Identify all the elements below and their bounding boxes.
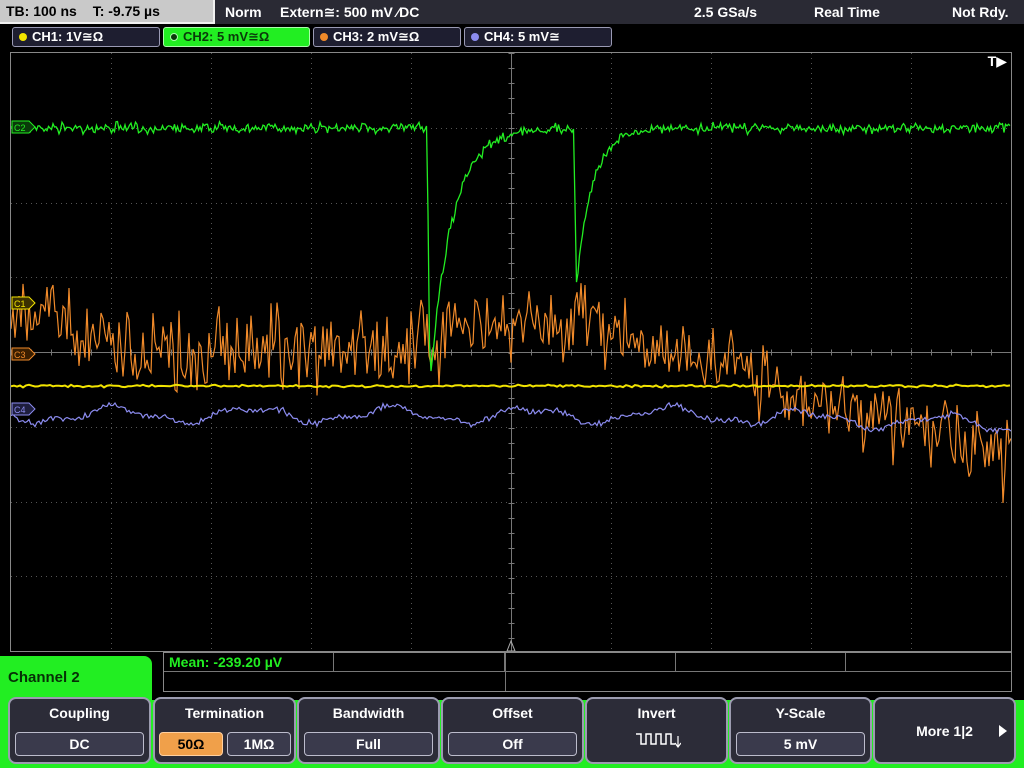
termination-title: Termination <box>184 705 265 721</box>
channel-4-label: CH4: 5 mV≅ <box>484 29 560 44</box>
channel-2-marker-label: C2 <box>14 123 26 133</box>
channel-2-marker[interactable]: C2 <box>11 120 36 134</box>
channel-4-tab[interactable]: CH4: 5 mV≅ <box>464 27 612 47</box>
termination-50ohm-option[interactable]: 50Ω <box>159 732 223 756</box>
channel-2-color-dot <box>170 33 178 41</box>
channel-1-tab[interactable]: CH1: 1V≅Ω <box>12 27 160 47</box>
timebase-value: TB: 100 ns <box>6 3 77 19</box>
next-page-arrow-icon <box>999 725 1007 737</box>
measurement-panel: Mean: -239.20 µV <box>163 652 1012 692</box>
coupling-title: Coupling <box>49 705 110 721</box>
invert-softkey[interactable]: Invert <box>585 697 728 764</box>
trigger-status: Not Rdy. <box>952 4 1009 20</box>
yscale-value[interactable]: 5 mV <box>736 732 865 756</box>
trigger-mode[interactable]: Norm <box>225 0 262 24</box>
termination-1mohm-option[interactable]: 1MΩ <box>227 732 291 756</box>
bandwidth-value[interactable]: Full <box>304 732 433 756</box>
waveform-canvas: C2 C1 C3 C4 <box>11 53 1011 651</box>
mean-measurement[interactable]: Mean: -239.20 µV <box>164 653 334 672</box>
channel-4-marker[interactable]: C4 <box>11 402 36 416</box>
offset-value[interactable]: Off <box>448 732 577 756</box>
acquisition-mode[interactable]: Real Time <box>814 0 880 24</box>
channel-4-marker-label: C4 <box>14 405 26 415</box>
yscale-title: Y-Scale <box>775 705 826 721</box>
sample-rate: 2.5 GSa/s <box>694 4 758 20</box>
trigger-marker-label: T▶ <box>987 53 1007 69</box>
waveform-display[interactable]: C2 C1 C3 C4 T▶ <box>10 52 1012 652</box>
coupling-value[interactable]: DC <box>15 732 144 756</box>
yscale-softkey[interactable]: Y-Scale 5 mV <box>729 697 872 764</box>
channel-3-label: CH3: 2 mV≅Ω <box>333 29 420 44</box>
more-title: More 1|2 <box>916 723 973 739</box>
invert-title: Invert <box>637 705 676 721</box>
trigger-source[interactable]: Extern≅: 500 mV ⁄DC <box>280 0 419 24</box>
measurement-slot <box>846 653 1011 672</box>
timebase-box[interactable]: TB: 100 ns T: -9.75 µs <box>0 0 215 24</box>
channel-1-color-dot <box>19 33 27 41</box>
channel-3-marker-label: C3 <box>14 350 26 360</box>
measurement-divider <box>505 653 506 691</box>
coupling-softkey[interactable]: Coupling DC <box>8 697 151 764</box>
status-bar: TB: 100 ns T: -9.75 µs Norm Extern≅: 500… <box>0 0 1024 24</box>
more-softkey[interactable]: More 1|2 <box>873 697 1016 764</box>
measurement-slot <box>334 653 505 672</box>
inverted-square-wave-icon <box>636 733 681 748</box>
termination-softkey[interactable]: Termination 50Ω 1MΩ <box>153 697 296 764</box>
channel-1-label: CH1: 1V≅Ω <box>32 29 104 44</box>
channel-3-color-dot <box>320 33 328 41</box>
menu-title: Channel 2 <box>0 656 152 702</box>
channel-3-tab[interactable]: CH3: 2 mV≅Ω <box>313 27 461 47</box>
bandwidth-softkey[interactable]: Bandwidth Full <box>297 697 440 764</box>
measurement-slot <box>505 653 676 672</box>
channel-2-label: CH2: 5 mV≅Ω <box>183 29 270 44</box>
channel-1-marker[interactable]: C1 <box>11 296 36 310</box>
bandwidth-title: Bandwidth <box>332 705 405 721</box>
trigger-time-value: T: -9.75 µs <box>92 3 160 19</box>
channel-4-color-dot <box>471 33 479 41</box>
channel-1-trace <box>11 383 1011 389</box>
offset-title: Offset <box>492 705 533 721</box>
channel-2-tab[interactable]: CH2: 5 mV≅Ω <box>163 27 310 47</box>
measurement-slot <box>676 653 846 672</box>
channel-1-marker-label: C1 <box>14 299 26 309</box>
offset-softkey[interactable]: Offset Off <box>441 697 584 764</box>
